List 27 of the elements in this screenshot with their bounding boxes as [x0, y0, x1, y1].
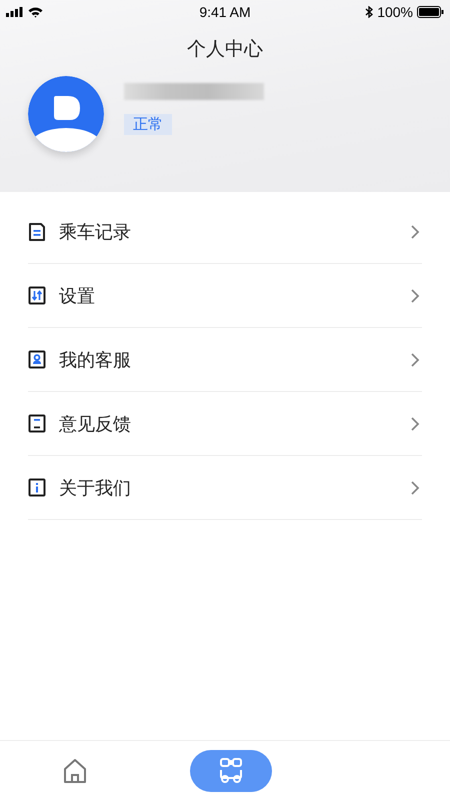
bluetooth-icon [365, 6, 374, 18]
chevron-right-icon [410, 416, 420, 432]
chevron-right-icon [410, 352, 420, 368]
chevron-right-icon [410, 288, 420, 304]
avatar-icon [28, 76, 104, 152]
sliders-icon [28, 286, 46, 306]
chevron-right-icon [410, 480, 420, 496]
status-badge: 正常 [124, 114, 172, 135]
document-icon [28, 222, 46, 242]
menu-item[interactable]: 意见反馈 [28, 392, 422, 456]
status-time: 9:41 AM [199, 4, 251, 20]
menu-item[interactable]: 设置 [28, 264, 422, 328]
home-icon [61, 756, 89, 784]
signal-icon [6, 7, 24, 17]
person-icon [28, 350, 46, 370]
menu-item[interactable]: 关于我们 [28, 456, 422, 520]
menu-item[interactable]: 我的客服 [28, 328, 422, 392]
menu-item[interactable]: 乘车记录 [28, 200, 422, 264]
chevron-right-icon [410, 224, 420, 240]
info-icon [28, 478, 46, 498]
wifi-icon [28, 6, 43, 18]
note-icon [28, 414, 46, 434]
page-title: 个人中心 [186, 37, 264, 62]
selected-tab[interactable] [190, 750, 272, 792]
battery-icon [417, 6, 444, 18]
battery-percent: 100% [377, 4, 413, 20]
bus-icon [217, 756, 245, 784]
